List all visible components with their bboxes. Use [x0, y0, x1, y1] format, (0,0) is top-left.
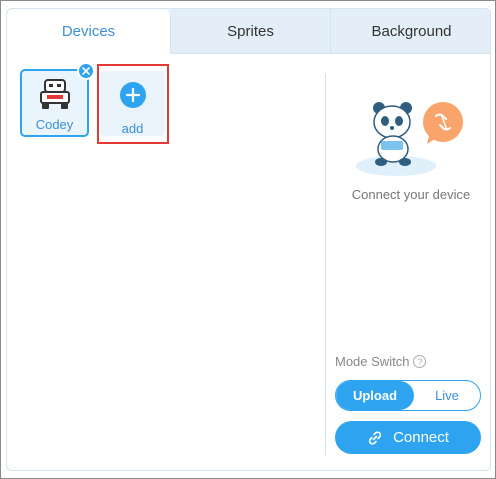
mode-switch-label: Mode Switch ? — [335, 354, 427, 369]
robot-icon — [39, 79, 70, 109]
mode-switch-toggle: Upload Live — [335, 380, 481, 411]
device-panel: Devices Sprites Background Codey add Con… — [6, 8, 491, 471]
devices-content: Codey add Connect your device Mode Switc… — [7, 54, 490, 470]
mode-upload-button[interactable]: Upload — [336, 381, 414, 410]
remove-device-button[interactable] — [77, 62, 95, 80]
device-card-codey[interactable]: Codey — [20, 62, 95, 137]
window-frame: Devices Sprites Background Codey add Con… — [0, 0, 496, 479]
add-device-button[interactable]: add — [100, 71, 165, 136]
add-label: add — [121, 121, 144, 136]
panda-disconnected-illustration — [356, 102, 463, 176]
tab-sprites[interactable]: Sprites — [171, 9, 331, 54]
plus-icon — [120, 82, 146, 108]
connect-device-message: Connect your device — [351, 187, 471, 202]
device-label: Codey — [35, 117, 74, 132]
mode-switch-text: Mode Switch — [335, 354, 410, 369]
tab-devices[interactable]: Devices — [7, 9, 171, 54]
close-icon — [82, 67, 90, 75]
connect-button[interactable]: Connect — [335, 421, 481, 454]
mode-live-button[interactable]: Live — [414, 381, 480, 410]
connect-label: Connect — [393, 429, 449, 446]
tab-background[interactable]: Background — [331, 9, 490, 54]
link-icon — [368, 430, 382, 445]
tab-bar: Devices Sprites Background — [7, 9, 490, 54]
help-icon[interactable]: ? — [413, 355, 427, 368]
column-divider — [325, 74, 326, 455]
